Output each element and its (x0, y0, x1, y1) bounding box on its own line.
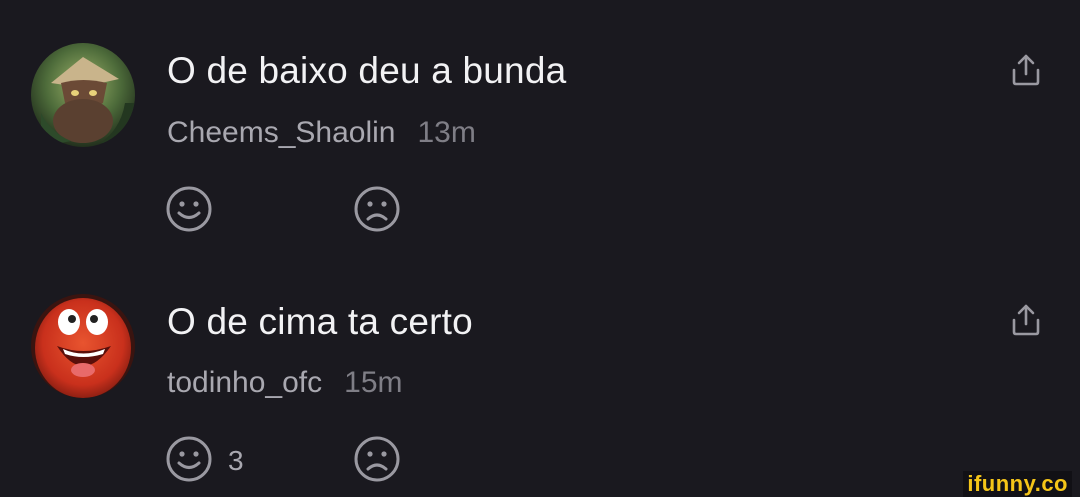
comment-text: O de baixo deu a bunda (167, 50, 567, 91)
like-button[interactable] (164, 184, 214, 234)
timestamp: 15m (344, 366, 403, 399)
username[interactable]: todinho_ofc (167, 366, 322, 399)
dislike-button[interactable] (352, 184, 402, 234)
avatar[interactable] (31, 294, 135, 398)
share-icon (1012, 54, 1040, 86)
like-button[interactable] (164, 434, 214, 484)
comment-meta: todinho_ofc 15m (167, 366, 403, 400)
avatar[interactable] (31, 43, 135, 147)
dislike-button[interactable] (352, 434, 402, 484)
share-button[interactable] (1008, 302, 1044, 338)
sad-face-icon (354, 186, 400, 232)
ifunny-watermark: ifunny.co (963, 471, 1072, 497)
avatar-image (31, 294, 135, 398)
smile-face-icon (166, 186, 212, 232)
comment-text: O de cima ta certo (167, 301, 473, 342)
share-button[interactable] (1008, 52, 1044, 88)
smile-face-icon (166, 436, 212, 482)
comments-screen: O de baixo deu a bunda Cheems_Shaolin 13m (0, 0, 1080, 497)
username[interactable]: Cheems_Shaolin (167, 116, 395, 149)
comment-meta: Cheems_Shaolin 13m (167, 116, 476, 150)
share-icon (1012, 304, 1040, 336)
comment-item: O de cima ta certo todinho_ofc 15m 3 (0, 250, 1080, 482)
timestamp: 13m (417, 116, 476, 149)
comment-item: O de baixo deu a bunda Cheems_Shaolin 13m (0, 0, 1080, 232)
sad-face-icon (354, 436, 400, 482)
avatar-image (31, 43, 135, 147)
like-count: 3 (228, 445, 244, 476)
